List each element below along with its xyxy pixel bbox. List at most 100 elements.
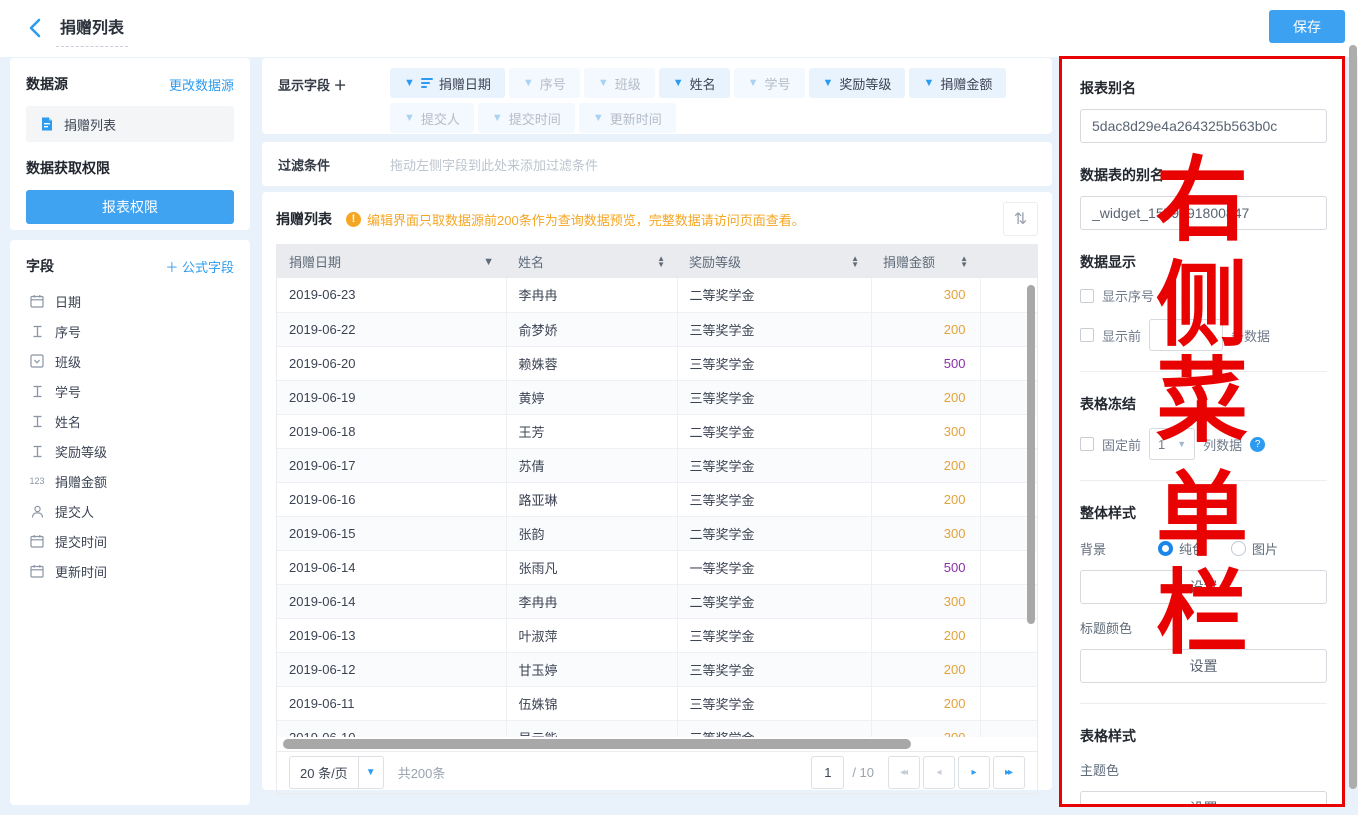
display-field-chip[interactable]: ▼序号 [509,68,580,98]
filter-caret-icon[interactable]: ▼ [483,256,494,268]
field-item[interactable]: 学号 [26,376,234,406]
report-permission-button[interactable]: 报表权限 [26,190,234,224]
chevron-down-icon: ▼ [823,77,834,89]
field-item[interactable]: 日期 [26,286,234,316]
field-item[interactable]: 提交时间 [26,526,234,556]
column-header[interactable]: 捐赠金额▲▼ [871,245,980,278]
cell-name: 甘玉婷 [506,652,677,686]
field-item[interactable]: 奖励等级 [26,436,234,466]
cell-date: 2019-06-17 [277,448,506,482]
display-field-chip[interactable]: ▼学号 [734,68,805,98]
page-number-input[interactable] [811,756,844,789]
theme-color-set-button[interactable]: 设置 [1080,791,1327,806]
sort-carets-icon[interactable]: ▲▼ [851,256,859,268]
cell-amount: 300 [871,516,980,550]
show-first-count-input[interactable] [1149,319,1223,351]
freeze-checkbox[interactable] [1080,437,1094,451]
help-icon[interactable]: ? [1250,437,1265,452]
display-field-chip[interactable]: ▼奖励等级 [809,68,906,98]
table-row: 2019-06-14张雨凡一等奖学金500 [277,550,1037,584]
page-vertical-scrollbar[interactable] [1349,45,1357,789]
title-color-set-button[interactable]: 设置 [1080,649,1327,683]
sort-carets-icon[interactable]: ▲▼ [960,256,968,268]
table-row: 2019-06-15张韵二等奖学金300 [277,516,1037,550]
chip-label: 提交人 [421,109,460,128]
display-field-chip[interactable]: ▼更新时间 [579,103,676,133]
chevron-down-icon: ▼ [1177,439,1186,449]
next-page-button[interactable]: ▸ [958,756,990,789]
add-formula-field-link[interactable]: ＋ 公式字段 [165,257,234,276]
column-header[interactable]: 奖励等级▲▼ [677,245,871,278]
cell-name: 叶淑萍 [506,618,677,652]
table-vertical-scrollbar[interactable] [1027,285,1035,624]
chip-label: 提交时间 [509,109,561,128]
page-size-select[interactable]: 20 条/页 ▼ [289,756,384,789]
field-item-label: 捐赠金额 [55,472,107,491]
column-header[interactable]: 捐赠日期 ▼ [277,245,506,278]
background-color-set-button[interactable]: 设置 [1080,570,1327,604]
field-item-label: 奖励等级 [55,442,107,461]
filter-card: 过滤条件 拖动左侧字段到此处来添加过滤条件 [262,142,1052,186]
radio-selected-icon [1158,541,1173,556]
save-button[interactable]: 保存 [1269,10,1345,43]
column-header[interactable]: 姓名 ▲▼ [506,245,677,278]
back-icon[interactable] [24,16,48,40]
first-page-button[interactable]: ◂◂ [888,756,920,789]
column-header-label: 姓名 [518,252,544,271]
table-title: 捐赠列表 [276,209,332,229]
field-item[interactable]: 123捐赠金额 [26,466,234,496]
custom-sort-button[interactable]: ⇅ [1003,202,1038,236]
display-field-chip[interactable]: ▼姓名 [659,68,730,98]
table-alias-label: 数据表的别名 [1080,165,1327,185]
field-item[interactable]: 提交人 [26,496,234,526]
field-item[interactable]: 班级 [26,346,234,376]
table-alias-input[interactable] [1080,196,1327,230]
bg-solid-radio[interactable]: 纯色 [1158,539,1205,558]
cell-name: 吴云能 [506,720,677,737]
column-header-label: 捐赠日期 [289,252,341,271]
cell-amount: 200 [871,618,980,652]
cell-amount: 300 [871,414,980,448]
table-style-label: 表格样式 [1080,726,1327,746]
show-index-checkbox[interactable] [1080,289,1094,303]
cell-name: 伍姝锦 [506,686,677,720]
cell-award-level: 二等奖学金 [677,584,871,618]
freeze-prefix: 固定前 [1102,435,1141,454]
display-field-chip[interactable]: ▼提交时间 [478,103,575,133]
display-field-chip[interactable]: ▼班级 [584,68,655,98]
cell-name: 路亚琳 [506,482,677,516]
show-index-label: 显示序号 [1102,286,1154,305]
display-field-chips: ▼捐赠日期▼序号▼班级▼姓名▼学号▼奖励等级▼捐赠金额▼提交人▼提交时间▼更新时… [390,68,1036,124]
display-field-chip[interactable]: ▼捐赠日期 [390,68,505,98]
freeze-count-select[interactable]: 1▼ [1149,428,1195,460]
sort-carets-icon[interactable]: ▲▼ [657,256,665,268]
cell-amount: 500 [871,346,980,380]
divider [1080,480,1327,481]
report-alias-input[interactable] [1080,109,1327,143]
column-header[interactable] [980,245,1037,278]
field-item[interactable]: 更新时间 [26,556,234,586]
last-page-button[interactable]: ▸▸ [993,756,1025,789]
bg-image-radio[interactable]: 图片 [1231,539,1278,558]
radio-icon [1231,541,1246,556]
datasource-item[interactable]: 捐赠列表 [26,106,234,142]
table-horizontal-scrollbar[interactable] [283,739,911,749]
field-item[interactable]: 姓名 [26,406,234,436]
change-datasource-link[interactable]: 更改数据源 [169,75,234,94]
title-color-label: 标题颜色 [1080,618,1327,637]
prev-page-button[interactable]: ◂ [923,756,955,789]
cell-name: 黄婷 [506,380,677,414]
cell-date: 2019-06-18 [277,414,506,448]
show-first-checkbox[interactable] [1080,328,1094,342]
table-row: 2019-06-22俞梦娇三等奖学金200 [277,312,1037,346]
display-field-chip[interactable]: ▼捐赠金额 [909,68,1006,98]
cell-date: 2019-06-10 [277,720,506,737]
display-fields-label: 显示字段 ＋ [278,68,390,124]
field-item[interactable]: 序号 [26,316,234,346]
freeze-suffix: 列数据 [1203,435,1242,454]
text-icon [28,412,46,430]
add-display-field-icon[interactable]: ＋ [334,78,347,93]
field-item-label: 更新时间 [55,562,107,581]
display-field-chip[interactable]: ▼提交人 [390,103,474,133]
filter-dropzone[interactable]: 拖动左侧字段到此处来添加过滤条件 [390,155,598,174]
